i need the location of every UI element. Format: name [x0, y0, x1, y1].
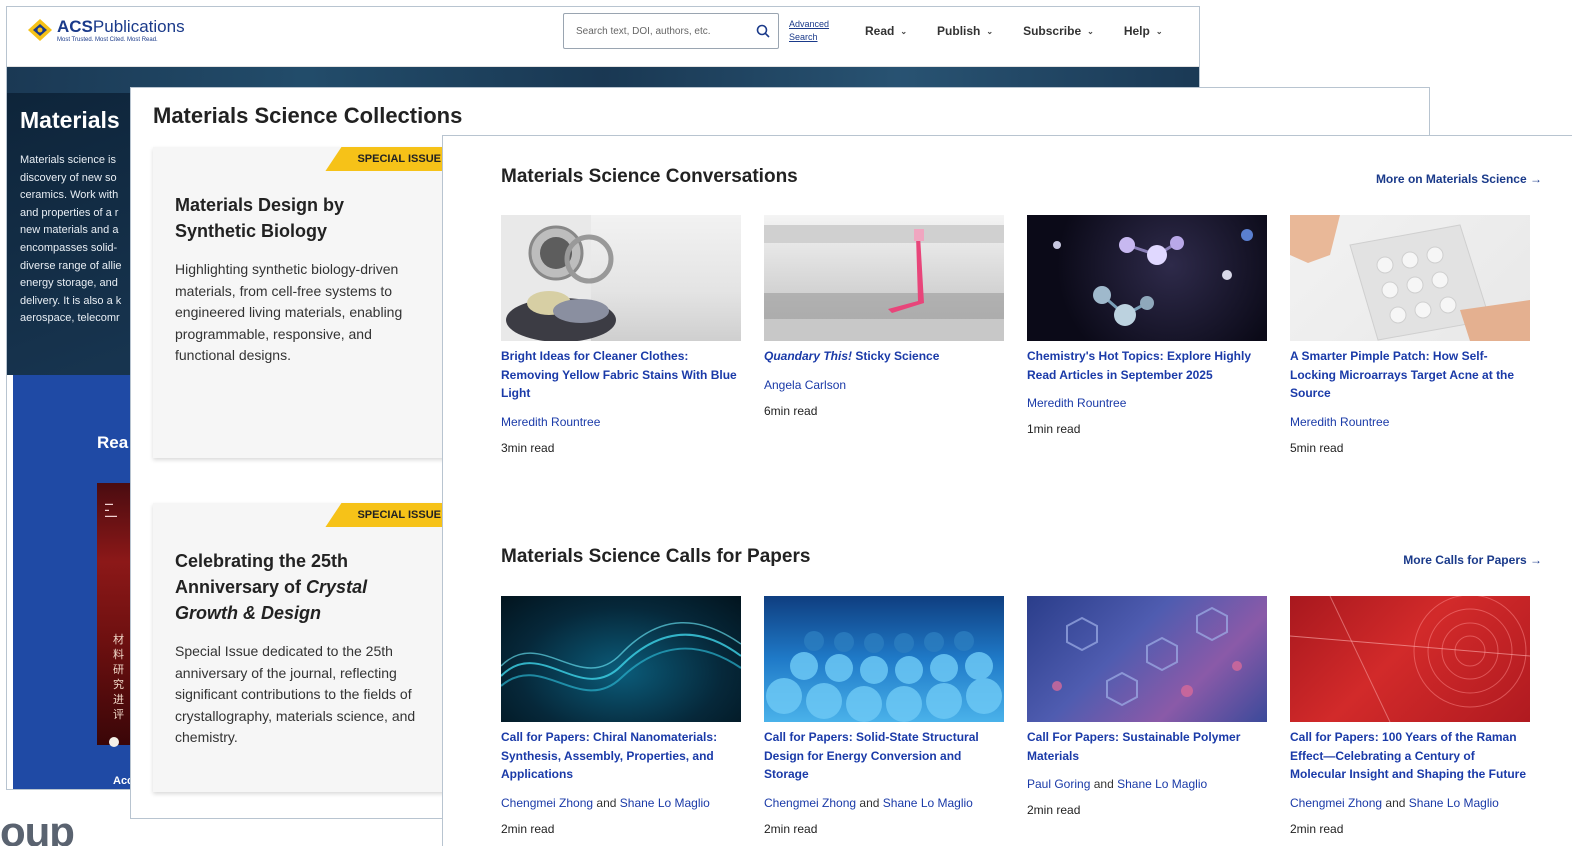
- conversations-panel: Materials Science Conversations More on …: [442, 135, 1572, 846]
- article-title[interactable]: A Smarter Pimple Patch: How Self-Locking…: [1290, 347, 1530, 403]
- call-thumbnail[interactable]: [1027, 596, 1267, 722]
- call-authors: Paul Goring and Shane Lo Maglio: [1027, 777, 1208, 791]
- read-time: 3min read: [501, 440, 555, 455]
- site-header: ACSPublications Most Trusted. Most Cited…: [7, 7, 1199, 67]
- article-title[interactable]: Quandary This! Sticky Science: [764, 347, 1004, 366]
- cover-seal: [109, 737, 119, 747]
- search-input[interactable]: [564, 14, 744, 48]
- read-time: 2min read: [1290, 821, 1344, 836]
- footer-fragment-text: oup: [0, 808, 75, 846]
- article-thumbnail[interactable]: [1290, 215, 1530, 341]
- collection-heading[interactable]: Materials Design by Synthetic Biology: [175, 192, 415, 244]
- author-link[interactable]: Shane Lo Maglio: [1117, 777, 1207, 791]
- call-tile[interactable]: Call for Papers: Chiral Nanomaterials: S…: [501, 596, 741, 836]
- search-icon[interactable]: [756, 24, 770, 38]
- read-time: 2min read: [1027, 803, 1081, 817]
- call-title[interactable]: Call for Papers: Solid-State Structural …: [764, 728, 1004, 784]
- call-authors: Chengmei Zhong and Shane Lo Maglio: [1290, 795, 1499, 810]
- call-thumbnail[interactable]: [501, 596, 741, 722]
- collection-description: Special Issue dedicated to the 25th anni…: [175, 643, 416, 745]
- article-tile[interactable]: Quandary This! Sticky Science Angela Car…: [764, 215, 1004, 418]
- article-tile[interactable]: A Smarter Pimple Patch: How Self-Locking…: [1290, 215, 1530, 455]
- special-issue-badge: SPECIAL ISSUE: [325, 503, 453, 527]
- author-link[interactable]: Chengmei Zhong: [501, 796, 593, 810]
- article-author[interactable]: Angela Carlson: [764, 376, 1004, 394]
- chevron-down-icon: ⌄: [900, 26, 908, 36]
- collection-heading[interactable]: Celebrating the 25th Anniversary of Crys…: [175, 548, 395, 626]
- author-link[interactable]: Shane Lo Maglio: [1409, 796, 1499, 810]
- author-link[interactable]: Chengmei Zhong: [764, 796, 856, 810]
- advanced-search-link[interactable]: Advanced Search: [789, 18, 833, 44]
- read-time: 2min read: [501, 821, 555, 836]
- chevron-down-icon: ⌄: [986, 26, 994, 36]
- cover-fine-print: ▬▬ ▬ ▬▬▬: [105, 501, 117, 518]
- logo-name: ACSPublications: [57, 16, 185, 36]
- article-tile[interactable]: Bright Ideas for Cleaner Clothes: Removi…: [501, 215, 741, 455]
- call-tile[interactable]: Call for Papers: 100 Years of the Raman …: [1290, 596, 1530, 836]
- author-link[interactable]: Chengmei Zhong: [1290, 796, 1382, 810]
- cover-glyphs: 材料研究进评: [113, 634, 124, 721]
- call-thumbnail[interactable]: [1290, 596, 1530, 722]
- calls-title: Materials Science Calls for Papers: [501, 546, 811, 567]
- nav-read[interactable]: Read ⌄: [865, 24, 907, 38]
- article-thumbnail[interactable]: [501, 215, 741, 341]
- nav-publish[interactable]: Publish ⌄: [937, 24, 993, 38]
- article-title[interactable]: Bright Ideas for Cleaner Clothes: Removi…: [501, 347, 741, 403]
- author-link[interactable]: Paul Goring: [1027, 777, 1090, 791]
- collection-card[interactable]: SPECIAL ISSUE Materials Design by Synthe…: [153, 147, 453, 458]
- author-link[interactable]: Shane Lo Maglio: [883, 796, 973, 810]
- read-time: 5min read: [1290, 440, 1344, 455]
- special-issue-badge: SPECIAL ISSUE: [325, 147, 453, 171]
- collection-description: Highlighting synthetic biology-driven ma…: [175, 261, 403, 363]
- main-nav: Read ⌄ Publish ⌄ Subscribe ⌄ Help ⌄: [865, 24, 1163, 38]
- call-title[interactable]: Call for Papers: 100 Years of the Raman …: [1290, 728, 1530, 784]
- article-author[interactable]: Meredith Rountree: [1027, 394, 1267, 412]
- article-thumbnail[interactable]: [1027, 215, 1267, 341]
- read-time: 1min read: [1027, 422, 1081, 436]
- collections-title: Materials Science Collections: [153, 103, 463, 128]
- read-time: 6min read: [764, 403, 818, 418]
- article-title[interactable]: Chemistry's Hot Topics: Explore Highly R…: [1027, 347, 1267, 384]
- hero-description: Materials science is discovery of new so…: [20, 154, 122, 325]
- call-tile[interactable]: Call For Papers: Sustainable Polymer Mat…: [1027, 596, 1267, 817]
- conversations-title: Materials Science Conversations: [501, 166, 798, 187]
- nav-subscribe[interactable]: Subscribe ⌄: [1023, 24, 1094, 38]
- chevron-down-icon: ⌄: [1155, 26, 1163, 36]
- acs-logo[interactable]: ACSPublications Most Trusted. Most Cited…: [27, 17, 185, 43]
- call-authors: Chengmei Zhong and Shane Lo Maglio: [501, 795, 710, 810]
- author-link[interactable]: Shane Lo Maglio: [620, 796, 710, 810]
- collection-card[interactable]: SPECIAL ISSUE Celebrating the 25th Anniv…: [153, 503, 453, 792]
- acs-diamond-icon: [28, 19, 52, 41]
- hero-title: Materials: [20, 107, 120, 133]
- article-thumbnail[interactable]: [764, 215, 1004, 341]
- logo-tagline: Most Trusted. Most Cited. Most Read.: [57, 36, 158, 43]
- nav-help[interactable]: Help ⌄: [1124, 24, 1163, 38]
- search-box: [563, 13, 779, 49]
- more-materials-science-link[interactable]: More on Materials Science →: [1376, 172, 1542, 186]
- call-title[interactable]: Call For Papers: Sustainable Polymer Mat…: [1027, 728, 1267, 765]
- call-tile[interactable]: Call for Papers: Solid-State Structural …: [764, 596, 1004, 836]
- article-author[interactable]: Meredith Rountree: [501, 413, 741, 431]
- call-thumbnail[interactable]: [764, 596, 1004, 722]
- call-authors: Chengmei Zhong and Shane Lo Maglio: [764, 795, 973, 810]
- article-author[interactable]: Meredith Rountree: [1290, 413, 1530, 431]
- read-section-label: Rea: [97, 433, 129, 452]
- more-calls-link[interactable]: More Calls for Papers →: [1403, 553, 1542, 567]
- read-time: 2min read: [764, 821, 818, 836]
- article-tile[interactable]: Chemistry's Hot Topics: Explore Highly R…: [1027, 215, 1267, 436]
- chevron-down-icon: ⌄: [1087, 26, 1094, 36]
- call-title[interactable]: Call for Papers: Chiral Nanomaterials: S…: [501, 728, 741, 784]
